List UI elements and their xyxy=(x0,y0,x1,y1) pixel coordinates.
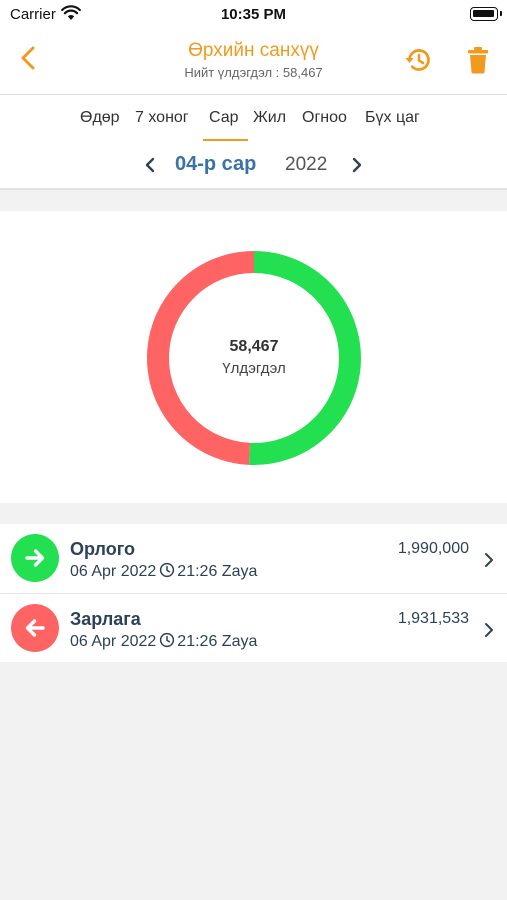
balance-chart-card: 58,467 Үлдэгдэл xyxy=(0,211,507,503)
tab-year[interactable]: Жил xyxy=(253,109,286,127)
transaction-amount: 1,990,000 xyxy=(397,540,469,557)
delete-button[interactable] xyxy=(465,45,491,75)
arrow-left-icon xyxy=(25,619,45,637)
transaction-amount: 1,931,533 xyxy=(397,610,469,627)
nav-bar: Өрхийн санхүү Нийт үлдэгдэл : 58,467 xyxy=(0,28,507,95)
transaction-meta: 06 Apr 2022 21:26 Zaya xyxy=(70,632,257,651)
selected-tab-indicator xyxy=(203,139,248,141)
current-year: 2022 xyxy=(285,154,328,175)
history-button[interactable] xyxy=(403,45,433,75)
chart-balance-label: Үлдэгдэл xyxy=(222,360,286,377)
arrow-right-icon xyxy=(25,549,45,567)
tab-month[interactable]: Сар xyxy=(209,109,239,127)
transaction-user: Zaya xyxy=(221,563,258,580)
expense-badge xyxy=(11,604,59,652)
chart-balance-value: 58,467 xyxy=(229,338,279,355)
clock-icon xyxy=(160,632,175,648)
total-balance-subtitle: Нийт үлдэгдэл : 58,467 xyxy=(184,65,323,80)
list-item-expense[interactable]: Зарлага 06 Apr 2022 21:26 Zaya 1,931,533 xyxy=(0,594,507,663)
transaction-time: 21:26 xyxy=(177,563,218,580)
previous-month-button[interactable] xyxy=(140,153,160,177)
transaction-title: Зарлага xyxy=(70,609,141,629)
transaction-date: 06 Apr 2022 xyxy=(70,633,157,650)
transaction-time: 21:26 xyxy=(177,633,218,650)
transaction-user: Zaya xyxy=(221,633,258,650)
clock-icon xyxy=(160,562,175,578)
transaction-title: Орлого xyxy=(70,539,135,559)
history-icon xyxy=(405,49,430,71)
donut-slice-0 xyxy=(249,251,361,465)
back-button[interactable] xyxy=(14,43,44,73)
trash-icon xyxy=(468,47,488,74)
donut-slice-1 xyxy=(147,251,255,465)
chevron-right-icon xyxy=(485,553,493,567)
period-selector: Өдөр 7 хоног Сар Жил Огноо Бүх цаг 04-р … xyxy=(0,95,507,190)
page-title: Өрхийн санхүү xyxy=(188,40,319,61)
clock-time: 10:35 PM xyxy=(220,6,287,23)
tab-date[interactable]: Огноо xyxy=(302,109,347,127)
battery-icon xyxy=(470,7,502,21)
tab-week[interactable]: 7 хоног xyxy=(135,109,189,127)
current-month: 04-р сар xyxy=(175,153,257,175)
income-expense-donut-chart xyxy=(147,251,361,465)
transaction-meta: 06 Apr 2022 21:26 Zaya xyxy=(70,562,257,581)
transaction-date: 06 Apr 2022 xyxy=(70,563,157,580)
transaction-list: Орлого 06 Apr 2022 21:26 Zaya 1,990,000 З… xyxy=(0,524,507,662)
list-item-income[interactable]: Орлого 06 Apr 2022 21:26 Zaya 1,990,000 xyxy=(0,524,507,594)
chevron-left-icon xyxy=(145,157,155,173)
chevron-left-icon xyxy=(21,46,35,70)
tab-all-time[interactable]: Бүх цаг xyxy=(365,109,420,127)
next-month-button[interactable] xyxy=(347,153,367,177)
chevron-right-icon xyxy=(485,623,493,637)
chevron-right-icon xyxy=(352,157,362,173)
income-badge xyxy=(11,534,59,582)
tab-day[interactable]: Өдөр xyxy=(80,109,120,127)
status-bar: Carrier 10:35 PM xyxy=(0,0,507,28)
